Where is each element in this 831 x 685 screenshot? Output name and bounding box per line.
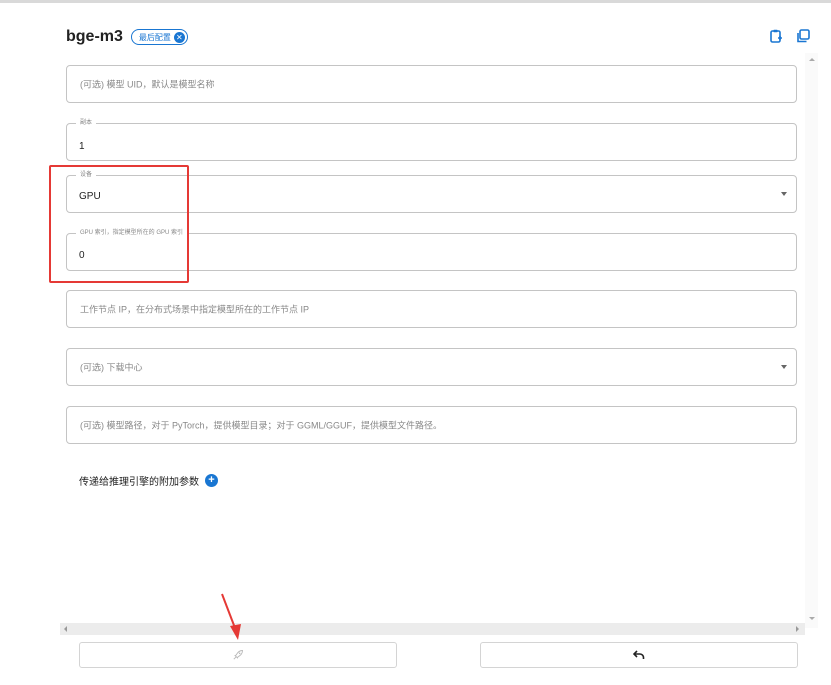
worker-ip-input[interactable]: 工作节点 IP，在分布式场景中指定模型所在的工作节点 IP: [66, 290, 797, 328]
download-hub-select[interactable]: (可选) 下载中心: [66, 348, 797, 386]
extra-params-label: 传递给推理引擎的附加参数: [79, 477, 199, 488]
scroll-down-arrow[interactable]: [809, 617, 815, 620]
download-hub-placeholder: (可选) 下载中心: [80, 362, 143, 373]
launch-button[interactable]: [79, 642, 397, 668]
paste-icon[interactable]: [769, 29, 783, 43]
undo-icon: [633, 650, 645, 659]
horizontal-scrollbar[interactable]: [60, 623, 805, 635]
chevron-down-icon[interactable]: [781, 192, 787, 196]
scroll-right-arrow[interactable]: [796, 626, 799, 632]
vertical-scrollbar[interactable]: [805, 53, 818, 628]
replica-value: 1: [79, 141, 85, 152]
extra-params-row: 传递给推理引擎的附加参数 +: [79, 473, 218, 488]
scroll-up-arrow[interactable]: [809, 58, 815, 61]
chevron-down-icon[interactable]: [781, 365, 787, 369]
reset-button[interactable]: [480, 642, 798, 668]
replica-input[interactable]: 副本 1: [66, 118, 797, 161]
top-divider: [0, 0, 831, 3]
add-circle-icon[interactable]: +: [205, 474, 218, 487]
model-uid-placeholder: (可选) 模型 UID，默认是模型名称: [80, 79, 215, 90]
model-uid-input[interactable]: (可选) 模型 UID，默认是模型名称: [66, 65, 797, 103]
model-path-placeholder: (可选) 模型路径，对于 PyTorch，提供模型目录；对于 GGML/GGUF…: [80, 420, 443, 431]
close-circle-icon[interactable]: ✕: [173, 31, 185, 43]
last-config-chip[interactable]: 最后配置 ✕: [130, 29, 188, 45]
model-path-input[interactable]: (可选) 模型路径，对于 PyTorch，提供模型目录；对于 GGML/GGUF…: [66, 406, 797, 444]
last-config-chip-label: 最后配置: [138, 32, 171, 42]
highlight-box: [49, 165, 189, 283]
model-title: bge-m3: [66, 28, 123, 45]
model-header: bge-m3 最后配置 ✕: [66, 27, 188, 47]
annotation-arrow-icon: [221, 593, 241, 640]
copy-icon[interactable]: [796, 29, 810, 43]
worker-ip-placeholder: 工作节点 IP，在分布式场景中指定模型所在的工作节点 IP: [80, 304, 310, 315]
scroll-left-arrow[interactable]: [64, 626, 67, 632]
replica-label: 副本: [76, 118, 97, 128]
rocket-icon: [233, 650, 243, 660]
